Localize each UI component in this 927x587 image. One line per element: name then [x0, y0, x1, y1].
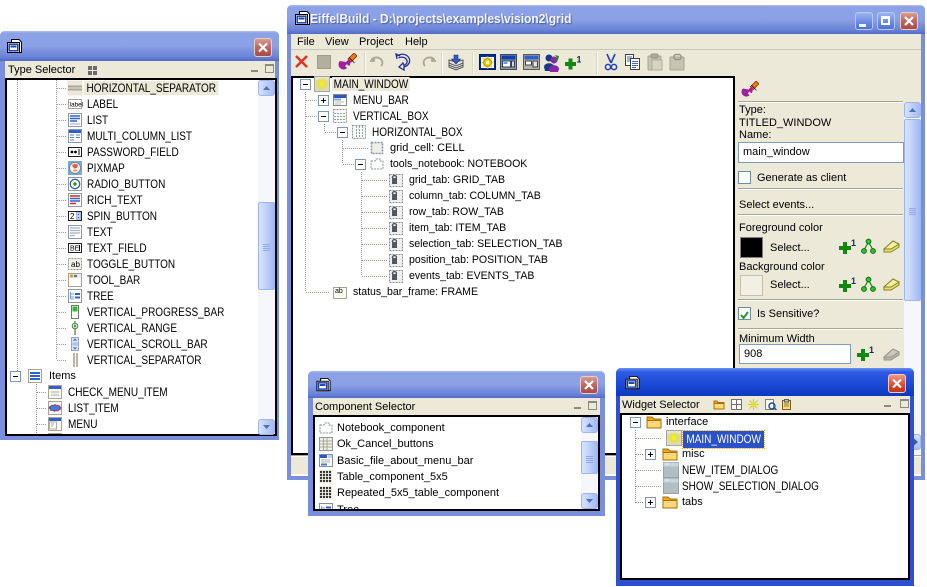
svg-text:2: 2 — [70, 212, 75, 221]
svg-text:ab: ab — [71, 260, 80, 269]
svg-text:1: 1 — [851, 239, 856, 248]
svg-text:1: 1 — [851, 277, 856, 286]
svg-text:1: 1 — [869, 346, 874, 355]
svg-text:label: label — [70, 102, 84, 109]
svg-text:ab: ab — [335, 288, 343, 295]
svg-text:1: 1 — [577, 55, 582, 65]
svg-text:BE: BE — [70, 246, 80, 253]
